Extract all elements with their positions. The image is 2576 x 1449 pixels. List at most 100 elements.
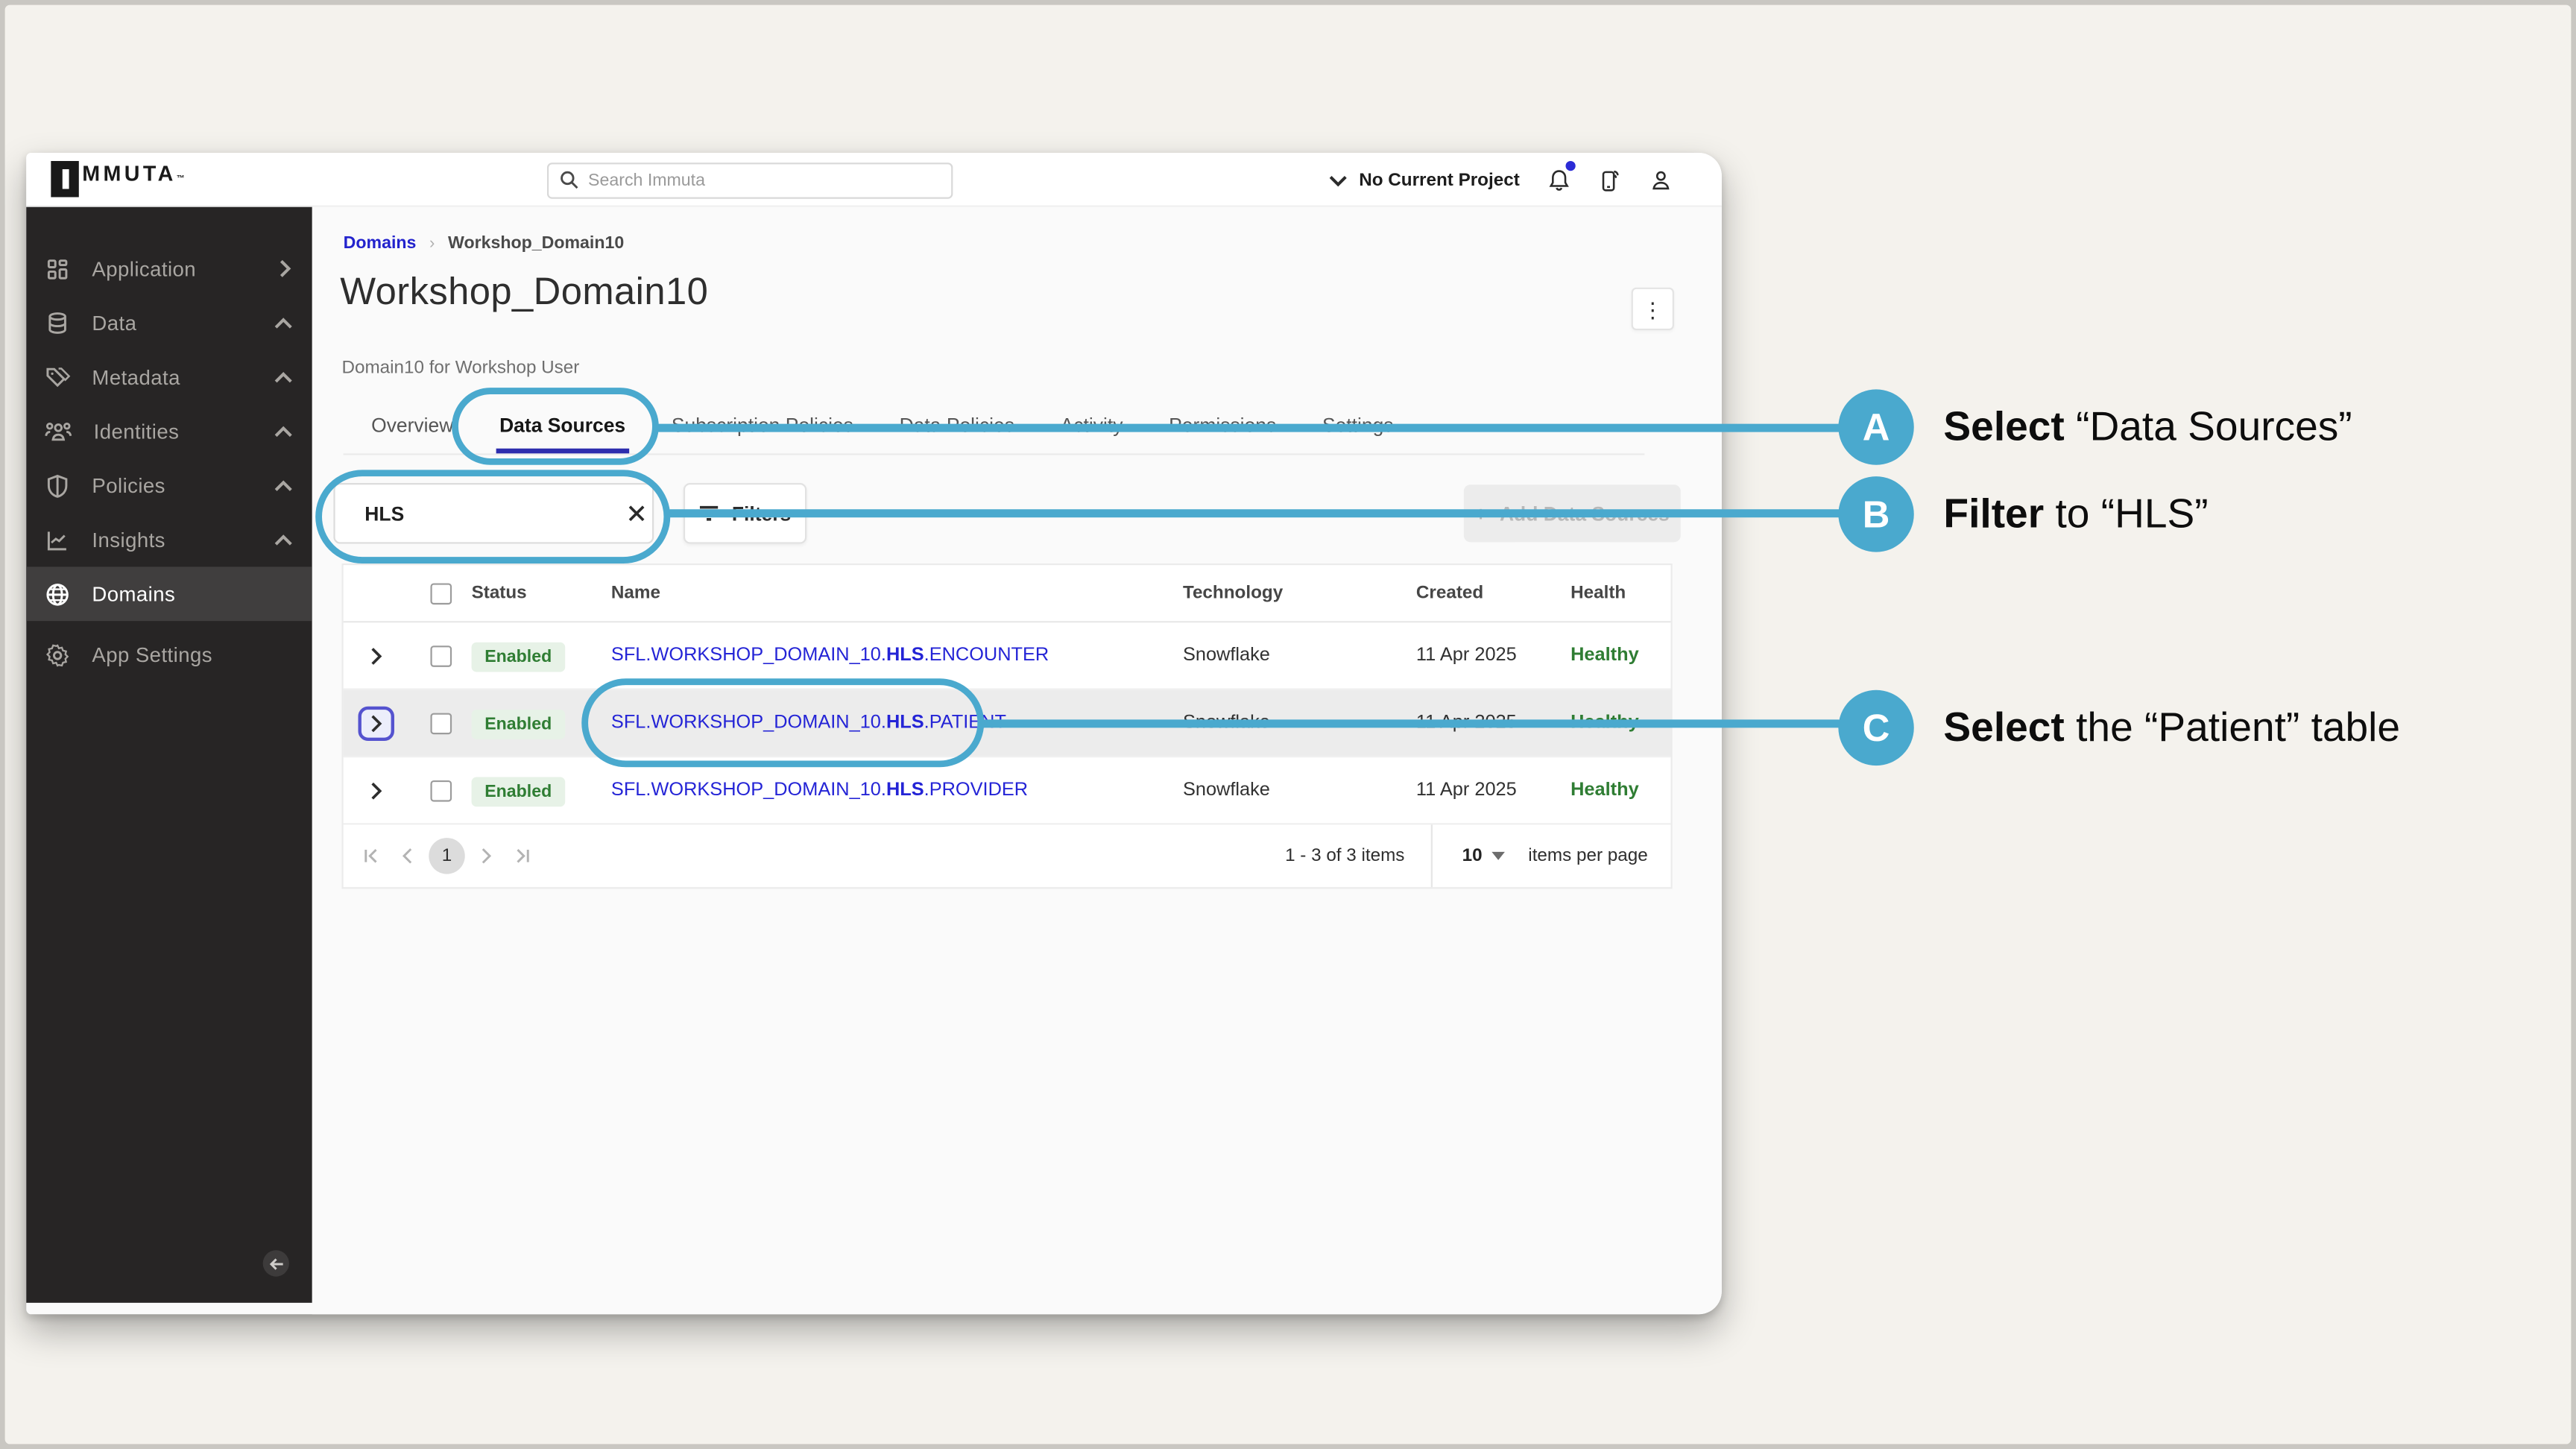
sidebar-nav: Application Data Metadata Identities Pol (26, 206, 312, 1303)
whats-new-button[interactable] (1599, 167, 1622, 193)
immuta-logo[interactable]: MMUTA ™ (51, 160, 185, 198)
sidebar-item-metadata[interactable]: Metadata (26, 350, 312, 404)
technology-cell: Snowflake (1182, 780, 1270, 801)
last-page-icon[interactable] (508, 841, 537, 871)
immuta-logo-mark-icon (51, 160, 79, 198)
user-profile-button[interactable] (1650, 168, 1673, 192)
health-cell: Healthy (1570, 645, 1639, 666)
next-page-icon[interactable] (472, 841, 502, 871)
bell-icon (1549, 169, 1569, 190)
annotation-badge-b: B (1838, 476, 1914, 552)
sidebar-item-label: Application (92, 256, 197, 280)
table-header-row: Status Name Technology Created Health (343, 565, 1671, 623)
app-grid-icon (47, 259, 68, 279)
column-header-health: Health (1570, 583, 1626, 603)
pagination-summary: 1 - 3 of 3 items 10 items per page (1285, 824, 1648, 888)
sidebar-item-label: Identities (93, 420, 180, 443)
sidebar-collapse-button[interactable] (262, 1250, 289, 1277)
tab-overview[interactable]: Overview (368, 401, 457, 454)
database-icon (48, 311, 66, 333)
global-search-input[interactable] (546, 162, 953, 199)
globe-icon (46, 583, 69, 605)
items-per-page-value: 10 (1462, 846, 1483, 866)
domain-actions-menu-button[interactable]: ⋮ (1631, 287, 1674, 331)
sidebar-item-app-settings[interactable]: App Settings (26, 628, 312, 682)
sidebar-item-label: Policies (92, 473, 165, 497)
column-header-technology: Technology (1182, 583, 1284, 603)
select-all-checkbox[interactable] (429, 582, 452, 604)
status-badge: Enabled (471, 710, 565, 739)
first-page-icon[interactable] (356, 841, 386, 871)
annotation-circle-data-sources-tab (452, 388, 659, 465)
previous-page-icon[interactable] (393, 841, 423, 871)
page-title: Workshop_Domain10 (340, 269, 709, 312)
status-badge: Enabled (471, 642, 565, 672)
current-project-selector[interactable]: No Current Project (1330, 170, 1520, 190)
arrow-left-icon (268, 1257, 282, 1269)
screenshot-canvas: MMUTA ™ No Current Project (0, 0, 2576, 1449)
caret-down-icon (1491, 851, 1506, 860)
top-bar-right-cluster: No Current Project (1330, 153, 1673, 207)
notification-dot (1565, 160, 1576, 171)
row-checkbox[interactable] (429, 712, 452, 734)
sidebar-item-label: Metadata (92, 365, 180, 389)
sidebar-item-data[interactable]: Data (26, 296, 312, 350)
annotation-line-c (977, 719, 1842, 728)
annotation-text-b: Filter to “HLS” (1943, 491, 2209, 537)
chevron-up-icon (274, 533, 292, 546)
data-source-link-encounter[interactable]: SFL.WORKSHOP_DOMAIN_10.HLS.ENCOUNTER (611, 645, 1183, 665)
items-per-page-select[interactable]: 10 (1462, 846, 1506, 866)
sidebar-item-label: Domains (92, 582, 176, 606)
current-project-label: No Current Project (1359, 170, 1520, 190)
breadcrumb-current: Workshop_Domain10 (448, 233, 625, 253)
sidebar-item-application[interactable]: Application (26, 242, 312, 296)
annotation-line-a (655, 423, 1842, 432)
expand-row-icon[interactable] (363, 640, 389, 671)
search-icon (558, 169, 580, 191)
annotation-circle-hls-search (315, 470, 671, 564)
sidebar-item-label: Data (92, 311, 137, 335)
technology-cell: Snowflake (1182, 645, 1270, 666)
items-range-label: 1 - 3 of 3 items (1285, 846, 1405, 866)
chevron-up-icon (274, 370, 292, 384)
sidebar-item-domains[interactable]: Domains (26, 566, 312, 622)
breadcrumb-separator: › (429, 234, 435, 253)
pagination-controls: 1 (356, 838, 537, 874)
page-number-button[interactable]: 1 (429, 838, 465, 874)
expand-row-icon[interactable] (358, 705, 394, 740)
annotation-line-b (666, 509, 1842, 518)
breadcrumb: Domains › Workshop_Domain10 (344, 233, 625, 253)
person-icon (1652, 171, 1670, 190)
sidebar-item-policies[interactable]: Policies (26, 458, 312, 513)
annotation-text-c: Select the “Patient” table (1943, 704, 2401, 751)
chevron-up-icon (274, 425, 292, 438)
sidebar-item-identities[interactable]: Identities (26, 404, 312, 458)
chart-icon (47, 531, 66, 550)
annotation-badge-c: C (1838, 689, 1914, 766)
health-cell: Healthy (1570, 780, 1639, 801)
gear-icon (45, 643, 69, 666)
column-header-status: Status (471, 583, 527, 603)
table-row-provider[interactable]: Enabled SFL.WORKSHOP_DOMAIN_10.HLS.PROVI… (343, 757, 1671, 825)
sidebar-item-label: App Settings (92, 643, 212, 666)
annotation-text-a: Select “Data Sources” (1943, 404, 2352, 450)
chevron-up-icon (274, 316, 292, 329)
immuta-logo-text: MMUTA (82, 160, 177, 186)
notifications-button[interactable] (1547, 160, 1576, 193)
data-source-link-provider[interactable]: SFL.WORKSHOP_DOMAIN_10.HLS.PROVIDER (611, 780, 1183, 800)
table-row-encounter[interactable]: Enabled SFL.WORKSHOP_DOMAIN_10.HLS.ENCOU… (343, 622, 1671, 690)
sidebar-item-insights[interactable]: Insights (26, 513, 312, 567)
row-checkbox[interactable] (429, 779, 452, 801)
global-search (546, 162, 953, 199)
trademark-symbol: ™ (176, 174, 185, 184)
page-subtitle: Domain10 for Workshop User (341, 358, 580, 378)
created-cell: 11 Apr 2025 (1415, 645, 1517, 666)
sidebar-item-label: Insights (92, 528, 165, 552)
expand-row-icon[interactable] (363, 774, 389, 806)
kebab-icon: ⋮ (1641, 296, 1664, 321)
top-bar: MMUTA ™ No Current Project (26, 152, 1722, 207)
tag-icon (46, 367, 71, 387)
column-header-created: Created (1415, 583, 1484, 603)
breadcrumb-domains-link[interactable]: Domains (344, 233, 417, 253)
row-checkbox[interactable] (429, 645, 452, 666)
